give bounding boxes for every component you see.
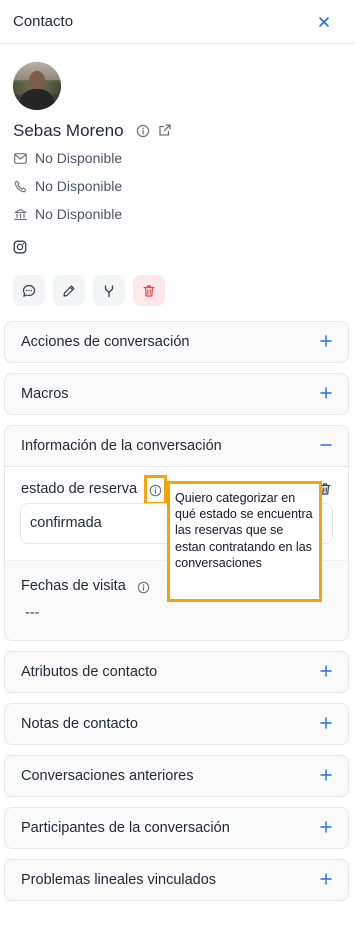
- panel-title: Contacto: [13, 13, 74, 30]
- section-problemas-header[interactable]: Problemas lineales vinculados: [5, 860, 350, 901]
- contact-panel: Contacto Sebas Moreno No Disponible No D…: [0, 0, 355, 926]
- section-title: Acciones de conversación: [21, 334, 190, 350]
- section-problemas: Problemas lineales vinculados: [4, 859, 349, 901]
- edit-icon: [63, 285, 75, 297]
- attribute-info-button[interactable]: [144, 475, 167, 505]
- send-message-button[interactable]: [13, 275, 45, 306]
- section-title: Participantes de la conversación: [21, 820, 230, 836]
- plus-icon: [320, 769, 332, 781]
- attribute-value[interactable]: ---: [25, 605, 40, 621]
- info-icon[interactable]: [136, 124, 150, 138]
- section-notas: Notas de contacto: [4, 703, 349, 745]
- avatar: [13, 62, 61, 110]
- section-acciones: Acciones de conversación: [4, 321, 349, 363]
- section-title: Conversaciones anteriores: [21, 768, 194, 784]
- section-acciones-header[interactable]: Acciones de conversación: [5, 322, 350, 363]
- external-link-icon[interactable]: [158, 123, 172, 137]
- section-title: Macros: [21, 386, 69, 402]
- section-participantes: Participantes de la conversación: [4, 807, 349, 849]
- attribute-label: Fechas de visita: [21, 578, 126, 594]
- bank-icon: [13, 207, 27, 221]
- company-value: No Disponible: [35, 206, 123, 222]
- section-macros-header[interactable]: Macros: [5, 374, 350, 415]
- attribute-tooltip: Quiero categorizar en qué estado se encu…: [167, 481, 322, 602]
- trash-icon: [143, 284, 155, 297]
- edit-contact-button[interactable]: [53, 275, 85, 306]
- instagram-icon[interactable]: [13, 240, 27, 254]
- info-icon[interactable]: [137, 581, 150, 594]
- section-participantes-header[interactable]: Participantes de la conversación: [5, 808, 350, 849]
- attribute-value: confirmada: [30, 515, 102, 531]
- plus-icon: [320, 335, 332, 347]
- plus-icon: [320, 717, 332, 729]
- mail-icon: [13, 151, 27, 165]
- merge-icon: [104, 284, 114, 297]
- chat-icon: [22, 284, 36, 297]
- email-row: No Disponible: [13, 149, 122, 167]
- attribute-label: estado de reserva: [21, 481, 138, 497]
- plus-icon: [320, 665, 332, 677]
- panel-header: Contacto: [0, 0, 355, 44]
- contact-name: Sebas Moreno: [13, 121, 124, 140]
- info-icon: [149, 484, 162, 496]
- company-row: No Disponible: [13, 205, 122, 223]
- section-notas-header[interactable]: Notas de contacto: [5, 704, 350, 745]
- section-atributos-header[interactable]: Atributos de contacto: [5, 652, 350, 693]
- email-value: No Disponible: [35, 150, 123, 166]
- section-anteriores-header[interactable]: Conversaciones anteriores: [5, 756, 350, 797]
- plus-icon: [320, 821, 332, 833]
- close-button[interactable]: [314, 12, 334, 32]
- section-atributos-contacto: Atributos de contacto: [4, 651, 349, 693]
- minus-icon: [320, 444, 332, 446]
- plus-icon: [320, 873, 332, 885]
- section-title: Atributos de contacto: [21, 664, 158, 680]
- section-title: Notas de contacto: [21, 716, 138, 732]
- section-anteriores: Conversaciones anteriores: [4, 755, 349, 797]
- plus-icon: [320, 387, 332, 399]
- phone-icon: [13, 179, 27, 193]
- phone-value: No Disponible: [35, 178, 123, 194]
- section-informacion-header[interactable]: Información de la conversación: [5, 426, 350, 467]
- section-macros: Macros: [4, 373, 349, 415]
- phone-row: No Disponible: [13, 177, 122, 195]
- merge-contact-button[interactable]: [93, 275, 125, 306]
- section-title: Información de la conversación: [21, 438, 222, 454]
- section-title: Problemas lineales vinculados: [21, 872, 217, 888]
- close-icon: [319, 17, 329, 27]
- delete-contact-button[interactable]: [133, 275, 165, 306]
